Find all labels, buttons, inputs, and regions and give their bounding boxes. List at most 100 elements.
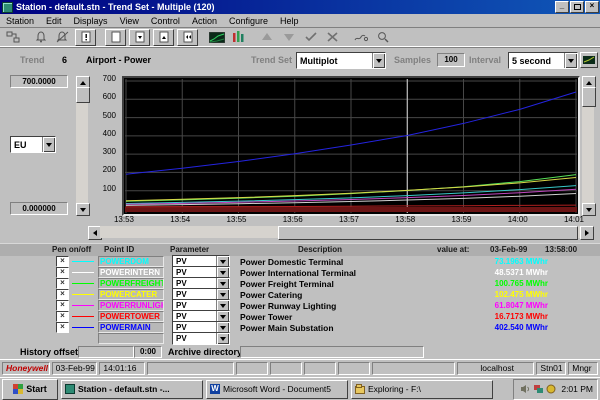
- y-min-field[interactable]: 0.000000: [10, 202, 68, 215]
- eu-dropdown[interactable]: EU: [10, 136, 56, 153]
- table-row[interactable]: × POWERTOWER PV Power Tower 16.7173 MWhr: [0, 311, 600, 322]
- description-text: Power Domestic Terminal: [240, 257, 438, 267]
- history-offset-field[interactable]: [78, 346, 134, 358]
- window-title: Station - default.stn - Trend Set - Mult…: [16, 2, 555, 12]
- trend-display-icon[interactable]: [207, 30, 226, 45]
- trend-tool-button[interactable]: [580, 52, 598, 68]
- table-row[interactable]: × POWERFREIGHT PV Power Freight Terminal…: [0, 278, 600, 289]
- archive-directory-label: Archive directory: [168, 347, 242, 357]
- taskbar-clock: 2:01 PM: [561, 384, 593, 394]
- menu-help[interactable]: Help: [274, 16, 305, 26]
- chevron-down-icon[interactable]: [216, 333, 229, 344]
- pen-checkbox[interactable]: ×: [56, 322, 69, 333]
- time-scrollbar[interactable]: [88, 226, 594, 238]
- value-text: 402.540 MWhr: [438, 323, 548, 332]
- history-offset-value[interactable]: 0:00: [134, 346, 162, 358]
- title-bar[interactable]: Station - default.stn - Trend Set - Mult…: [0, 0, 600, 14]
- value-text: 16.7173 MWhr: [438, 312, 548, 321]
- chevron-down-icon[interactable]: [372, 53, 385, 68]
- task-explorer[interactable]: Exploring - F:\: [351, 380, 493, 399]
- point-id-field[interactable]: POWERRUNLIGHT: [98, 300, 164, 311]
- chevron-down-icon[interactable]: [564, 53, 577, 68]
- point-id-field[interactable]: POWERCATER: [98, 289, 164, 300]
- restore-button[interactable]: [570, 1, 584, 13]
- point-id-field[interactable]: [98, 333, 164, 344]
- agent-icon[interactable]: [546, 384, 557, 394]
- pen-checkbox[interactable]: ×: [56, 300, 69, 311]
- lower-icon[interactable]: [279, 30, 298, 45]
- scrollbar-thumb[interactable]: [76, 87, 90, 103]
- menu-configure[interactable]: Configure: [223, 16, 274, 26]
- sign-icon[interactable]: [351, 30, 370, 45]
- alarm-icon[interactable]: [31, 30, 50, 45]
- status-cell: [270, 362, 302, 375]
- cancel-icon[interactable]: [323, 30, 342, 45]
- menu-station[interactable]: Station: [0, 16, 40, 26]
- start-button[interactable]: Start: [2, 379, 58, 400]
- trend-set-dropdown[interactable]: Multiplot: [296, 52, 386, 69]
- point-id-field[interactable]: POWERDOM: [98, 256, 164, 267]
- table-row[interactable]: × PV: [0, 333, 600, 344]
- trend-set-label: Trend Set: [251, 55, 292, 65]
- point-id-field[interactable]: POWERTOWER: [98, 311, 164, 322]
- description-text: Power Runway Lighting: [240, 301, 438, 311]
- overview-icon[interactable]: [3, 30, 22, 45]
- accept-icon[interactable]: [301, 30, 320, 45]
- table-row[interactable]: × POWERCATER PV Power Catering 102.475 M…: [0, 289, 600, 300]
- menu-action[interactable]: Action: [186, 16, 223, 26]
- minimize-button[interactable]: _: [555, 1, 569, 13]
- message-icon[interactable]: [75, 29, 96, 46]
- pen-checkbox[interactable]: ×: [56, 278, 69, 289]
- pen-checkbox[interactable]: ×: [56, 289, 69, 300]
- value-date: 03-Feb-99: [490, 245, 527, 254]
- task-word[interactable]: W Microsoft Word - Document5: [206, 380, 348, 399]
- y-scale-scrollbar[interactable]: [76, 76, 88, 216]
- table-row[interactable]: × POWERDOM PV Power Domestic Terminal 73…: [0, 256, 600, 267]
- network-icon[interactable]: [533, 384, 544, 394]
- scrollbar-thumb[interactable]: [582, 87, 596, 107]
- volume-icon[interactable]: [520, 384, 531, 394]
- menu-view[interactable]: View: [114, 16, 145, 26]
- x-tick-label: 13:54: [166, 215, 194, 224]
- alarm-disabled-icon[interactable]: [53, 30, 72, 45]
- trend-plot[interactable]: [122, 76, 580, 216]
- status-cell: [236, 362, 268, 375]
- page-icon[interactable]: [105, 29, 126, 46]
- description-text: Power Tower: [240, 312, 438, 322]
- interval-dropdown[interactable]: 5 second: [508, 52, 578, 69]
- y-max-field[interactable]: 700.0000: [10, 75, 68, 88]
- raise-icon[interactable]: [257, 30, 276, 45]
- point-id-field[interactable]: POWERMAIN: [98, 322, 164, 333]
- parameter-dropdown[interactable]: PV: [172, 332, 230, 345]
- pen-checkbox[interactable]: ×: [56, 267, 69, 278]
- page-back-icon[interactable]: [177, 29, 198, 46]
- right-scrollbar[interactable]: [582, 76, 594, 216]
- pen-table-header: Pen on/off Point ID Parameter Descriptio…: [0, 243, 600, 257]
- pen-checkbox[interactable]: ×: [56, 311, 69, 322]
- samples-field[interactable]: 100: [437, 53, 465, 67]
- table-row[interactable]: × POWERRUNLIGHT PV Power Runway Lighting…: [0, 300, 600, 311]
- pen-checkbox[interactable]: ×: [56, 256, 69, 267]
- archive-directory-field[interactable]: [240, 346, 424, 358]
- page-up-icon[interactable]: [153, 29, 174, 46]
- status-bar: Honeywell 03-Feb-99 14:01:16 localhost S…: [0, 359, 600, 376]
- scroll-down-icon[interactable]: [76, 203, 90, 216]
- menu-displays[interactable]: Displays: [68, 16, 114, 26]
- scroll-right-icon[interactable]: [580, 226, 594, 240]
- menu-edit[interactable]: Edit: [40, 16, 68, 26]
- word-icon: W: [210, 384, 220, 394]
- table-row[interactable]: × POWERMAIN PV Power Main Substation 402…: [0, 322, 600, 333]
- task-station[interactable]: Station - default.stn -...: [61, 380, 203, 399]
- scrollbar-thumb[interactable]: [278, 226, 578, 240]
- close-button[interactable]: ×: [585, 1, 599, 13]
- station-icon: [65, 384, 75, 394]
- chevron-down-icon[interactable]: [42, 137, 55, 152]
- table-row[interactable]: × POWERINTERN PV Power International Ter…: [0, 267, 600, 278]
- zoom-icon[interactable]: [373, 30, 392, 45]
- page-down-icon[interactable]: [129, 29, 150, 46]
- point-id-field[interactable]: POWERINTERN: [98, 267, 164, 278]
- scrollbar-track[interactable]: [76, 87, 88, 205]
- group-display-icon[interactable]: [229, 30, 248, 45]
- point-id-field[interactable]: POWERFREIGHT: [98, 278, 164, 289]
- menu-control[interactable]: Control: [145, 16, 186, 26]
